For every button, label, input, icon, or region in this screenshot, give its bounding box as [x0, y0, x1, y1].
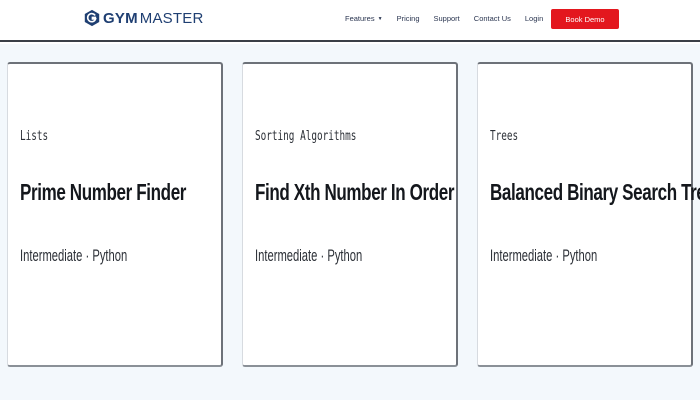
card-meta: Intermediate · Python: [20, 246, 128, 265]
logo-text-gym: GYM: [103, 9, 138, 27]
nav-links: Features ▼ Pricing Support Contact Us Lo…: [345, 14, 557, 23]
nav-pricing[interactable]: Pricing: [397, 14, 420, 23]
exercise-card[interactable]: Lists Prime Number Finder Intermediate ·…: [7, 62, 223, 367]
card-category: Lists: [20, 129, 49, 144]
nav-login[interactable]: Login: [525, 14, 543, 23]
logo-text-master: MASTER: [139, 9, 204, 27]
nav-support[interactable]: Support: [434, 14, 460, 23]
gymmaster-logo[interactable]: GYM MASTER: [83, 8, 204, 28]
card-category: Trees: [490, 129, 519, 144]
nav-features[interactable]: Features ▼: [345, 14, 383, 23]
top-navbar: GYM MASTER Features ▼ Pricing Support Co…: [0, 0, 700, 42]
main-content: Lists Prime Number Finder Intermediate ·…: [0, 44, 700, 400]
gymmaster-logo-icon: [84, 9, 100, 27]
card-category: Sorting Algorithms: [255, 129, 357, 144]
card-meta: Intermediate · Python: [490, 246, 598, 265]
card-title: Find Xth Number In Order: [255, 179, 455, 205]
nav-contact-us[interactable]: Contact Us: [474, 14, 511, 23]
nav-features-label: Features: [345, 14, 375, 23]
exercise-card[interactable]: Trees Balanced Binary Search Tree Interm…: [477, 62, 700, 367]
exercise-card[interactable]: Sorting Algorithms Find Xth Number In Or…: [242, 62, 458, 367]
card-title: Prime Number Finder: [20, 179, 187, 205]
chevron-down-icon: ▼: [377, 15, 383, 22]
book-demo-button[interactable]: Book Demo: [551, 9, 619, 29]
card-title: Balanced Binary Search Tree: [490, 179, 700, 205]
card-meta: Intermediate · Python: [255, 246, 363, 265]
